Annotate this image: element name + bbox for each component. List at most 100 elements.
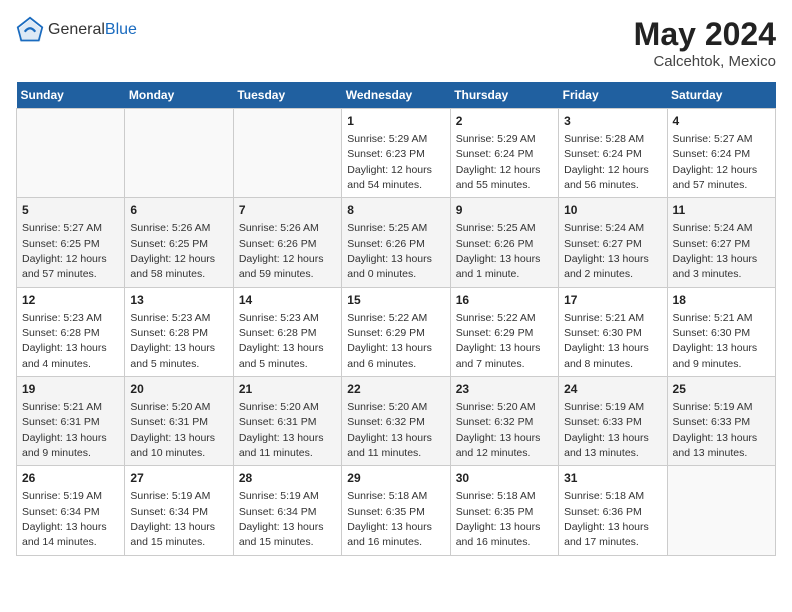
logo: GeneralBlue	[16, 16, 137, 44]
calendar-cell: 19 Sunrise: 5:21 AM Sunset: 6:31 PM Dayli…	[17, 377, 125, 466]
day-info: Sunrise: 5:27 AM Sunset: 6:25 PM Dayligh…	[22, 222, 107, 280]
calendar-week-row: 19 Sunrise: 5:21 AM Sunset: 6:31 PM Dayli…	[17, 377, 776, 466]
logo-icon	[16, 16, 44, 44]
calendar-cell: 22Sunrise: 5:20 AM Sunset: 6:32 PM Dayli…	[342, 377, 450, 466]
day-number: 9	[456, 202, 553, 219]
weekday-header-cell: Saturday	[667, 82, 775, 109]
day-number: 15	[347, 292, 444, 309]
weekday-header-cell: Thursday	[450, 82, 558, 109]
location: Calcehtok, Mexico	[634, 53, 776, 70]
calendar-body: 1 Sunrise: 5:29 AM Sunset: 6:23 PM Daylig…	[17, 109, 776, 556]
weekday-header-cell: Wednesday	[342, 82, 450, 109]
day-info: Sunrise: 5:19 AM Sunset: 6:34 PM Dayligh…	[22, 490, 107, 548]
day-info: Sunrise: 5:25 AM Sunset: 6:26 PM Dayligh…	[347, 222, 432, 280]
logo-text: GeneralBlue	[48, 21, 137, 39]
day-info: Sunrise: 5:29 AM Sunset: 6:24 PM Dayligh…	[456, 133, 541, 191]
day-number: 10	[564, 202, 661, 219]
calendar-cell: 4 Sunrise: 5:27 AM Sunset: 6:24 PM Daylig…	[667, 109, 775, 198]
weekday-header-cell: Monday	[125, 82, 233, 109]
day-number: 25	[673, 381, 770, 398]
calendar-cell: 10 Sunrise: 5:24 AM Sunset: 6:27 PM Dayli…	[559, 198, 667, 287]
calendar-cell: 27 Sunrise: 5:19 AM Sunset: 6:34 PM Dayli…	[125, 466, 233, 555]
day-number: 6	[130, 202, 227, 219]
calendar-cell: 13 Sunrise: 5:23 AM Sunset: 6:28 PM Dayli…	[125, 287, 233, 376]
weekday-header-cell: Sunday	[17, 82, 125, 109]
day-info: Sunrise: 5:23 AM Sunset: 6:28 PM Dayligh…	[22, 312, 107, 370]
day-number: 5	[22, 202, 119, 219]
calendar-cell: 25 Sunrise: 5:19 AM Sunset: 6:33 PM Dayli…	[667, 377, 775, 466]
calendar-cell: 6Sunrise: 5:26 AM Sunset: 6:25 PM Daylig…	[125, 198, 233, 287]
day-info: Sunrise: 5:20 AM Sunset: 6:31 PM Dayligh…	[130, 401, 215, 459]
calendar-cell: 9 Sunrise: 5:25 AM Sunset: 6:26 PM Daylig…	[450, 198, 558, 287]
day-number: 22	[347, 381, 444, 398]
day-info: Sunrise: 5:23 AM Sunset: 6:28 PM Dayligh…	[130, 312, 215, 370]
day-number: 1	[347, 113, 444, 130]
calendar-cell: 8 Sunrise: 5:25 AM Sunset: 6:26 PM Daylig…	[342, 198, 450, 287]
logo-general: General	[48, 21, 105, 38]
day-number: 29	[347, 470, 444, 487]
calendar-cell: 12 Sunrise: 5:23 AM Sunset: 6:28 PM Dayli…	[17, 287, 125, 376]
calendar-cell: 21 Sunrise: 5:20 AM Sunset: 6:31 PM Dayli…	[233, 377, 341, 466]
day-info: Sunrise: 5:29 AM Sunset: 6:23 PM Dayligh…	[347, 133, 432, 191]
day-number: 7	[239, 202, 336, 219]
day-number: 13	[130, 292, 227, 309]
calendar-cell: 3 Sunrise: 5:28 AM Sunset: 6:24 PM Daylig…	[559, 109, 667, 198]
day-info: Sunrise: 5:19 AM Sunset: 6:33 PM Dayligh…	[564, 401, 649, 459]
day-info: Sunrise: 5:19 AM Sunset: 6:33 PM Dayligh…	[673, 401, 758, 459]
day-info: Sunrise: 5:28 AM Sunset: 6:24 PM Dayligh…	[564, 133, 649, 191]
logo-blue: Blue	[105, 21, 137, 38]
calendar-cell: 20 Sunrise: 5:20 AM Sunset: 6:31 PM Dayli…	[125, 377, 233, 466]
page-header: GeneralBlue May 2024 Calcehtok, Mexico	[16, 16, 776, 70]
day-number: 20	[130, 381, 227, 398]
day-info: Sunrise: 5:21 AM Sunset: 6:31 PM Dayligh…	[22, 401, 107, 459]
day-number: 2	[456, 113, 553, 130]
day-number: 18	[673, 292, 770, 309]
day-number: 24	[564, 381, 661, 398]
calendar-cell	[667, 466, 775, 555]
day-info: Sunrise: 5:22 AM Sunset: 6:29 PM Dayligh…	[456, 312, 541, 370]
day-info: Sunrise: 5:24 AM Sunset: 6:27 PM Dayligh…	[564, 222, 649, 280]
day-info: Sunrise: 5:21 AM Sunset: 6:30 PM Dayligh…	[564, 312, 649, 370]
calendar-cell: 2 Sunrise: 5:29 AM Sunset: 6:24 PM Daylig…	[450, 109, 558, 198]
calendar-cell: 30 Sunrise: 5:18 AM Sunset: 6:35 PM Dayli…	[450, 466, 558, 555]
day-number: 30	[456, 470, 553, 487]
title-block: May 2024 Calcehtok, Mexico	[634, 16, 776, 70]
calendar-cell: 31Sunrise: 5:18 AM Sunset: 6:36 PM Dayli…	[559, 466, 667, 555]
calendar-cell: 5 Sunrise: 5:27 AM Sunset: 6:25 PM Daylig…	[17, 198, 125, 287]
day-number: 11	[673, 202, 770, 219]
day-number: 21	[239, 381, 336, 398]
day-number: 14	[239, 292, 336, 309]
day-number: 8	[347, 202, 444, 219]
calendar-cell: 18 Sunrise: 5:21 AM Sunset: 6:30 PM Dayli…	[667, 287, 775, 376]
weekday-header-cell: Friday	[559, 82, 667, 109]
day-info: Sunrise: 5:21 AM Sunset: 6:30 PM Dayligh…	[673, 312, 758, 370]
day-number: 23	[456, 381, 553, 398]
calendar-week-row: 26Sunrise: 5:19 AM Sunset: 6:34 PM Dayli…	[17, 466, 776, 555]
day-number: 4	[673, 113, 770, 130]
day-info: Sunrise: 5:27 AM Sunset: 6:24 PM Dayligh…	[673, 133, 758, 191]
day-number: 16	[456, 292, 553, 309]
day-number: 27	[130, 470, 227, 487]
calendar-cell: 28Sunrise: 5:19 AM Sunset: 6:34 PM Dayli…	[233, 466, 341, 555]
day-info: Sunrise: 5:22 AM Sunset: 6:29 PM Dayligh…	[347, 312, 432, 370]
day-info: Sunrise: 5:19 AM Sunset: 6:34 PM Dayligh…	[239, 490, 324, 548]
day-info: Sunrise: 5:18 AM Sunset: 6:35 PM Dayligh…	[456, 490, 541, 548]
day-info: Sunrise: 5:19 AM Sunset: 6:34 PM Dayligh…	[130, 490, 215, 548]
day-number: 19	[22, 381, 119, 398]
day-info: Sunrise: 5:25 AM Sunset: 6:26 PM Dayligh…	[456, 222, 541, 280]
day-number: 12	[22, 292, 119, 309]
calendar-week-row: 12 Sunrise: 5:23 AM Sunset: 6:28 PM Dayli…	[17, 287, 776, 376]
calendar-cell: 29Sunrise: 5:18 AM Sunset: 6:35 PM Dayli…	[342, 466, 450, 555]
day-info: Sunrise: 5:20 AM Sunset: 6:32 PM Dayligh…	[456, 401, 541, 459]
day-info: Sunrise: 5:26 AM Sunset: 6:26 PM Dayligh…	[239, 222, 324, 280]
day-info: Sunrise: 5:20 AM Sunset: 6:31 PM Dayligh…	[239, 401, 324, 459]
calendar-cell: 15 Sunrise: 5:22 AM Sunset: 6:29 PM Dayli…	[342, 287, 450, 376]
day-number: 3	[564, 113, 661, 130]
calendar-week-row: 5 Sunrise: 5:27 AM Sunset: 6:25 PM Daylig…	[17, 198, 776, 287]
calendar-cell: 26Sunrise: 5:19 AM Sunset: 6:34 PM Dayli…	[17, 466, 125, 555]
calendar-cell: 23 Sunrise: 5:20 AM Sunset: 6:32 PM Dayli…	[450, 377, 558, 466]
calendar-cell: 7 Sunrise: 5:26 AM Sunset: 6:26 PM Daylig…	[233, 198, 341, 287]
calendar-cell	[17, 109, 125, 198]
weekday-header-row: SundayMondayTuesdayWednesdayThursdayFrid…	[17, 82, 776, 109]
calendar-cell: 1 Sunrise: 5:29 AM Sunset: 6:23 PM Daylig…	[342, 109, 450, 198]
